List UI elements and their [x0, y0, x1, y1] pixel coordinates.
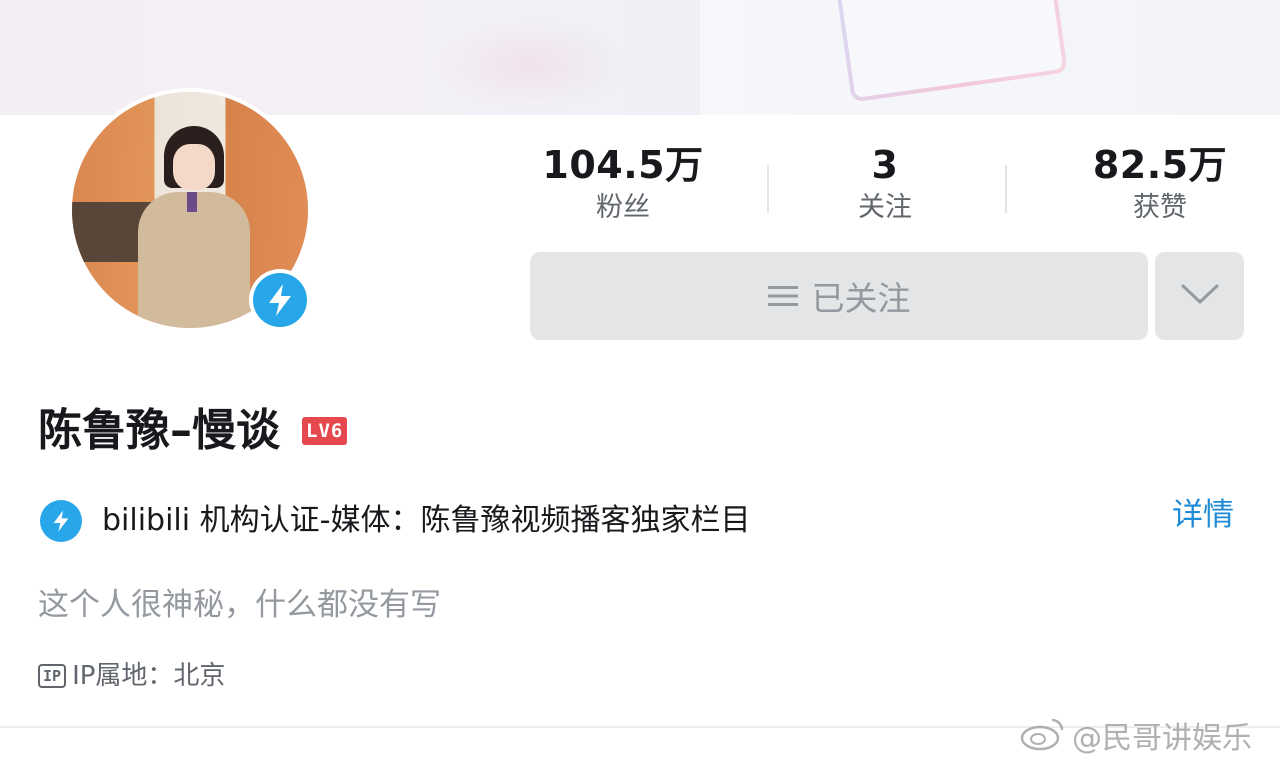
- likes-stat: 82.5万 获赞: [1060, 142, 1260, 228]
- bio-text: 这个人很神秘，什么都没有写: [38, 587, 441, 623]
- watermark: @民哥讲娱乐: [1018, 712, 1252, 765]
- chevron-down-icon: [1180, 282, 1220, 310]
- profile-name: 陈鲁豫–慢谈: [38, 405, 280, 456]
- followed-button[interactable]: 已关注: [530, 252, 1148, 340]
- stat-divider: [1005, 165, 1007, 213]
- following-label: 关注: [858, 192, 912, 223]
- menu-lines-icon: [767, 277, 798, 316]
- likes-count: 82.5万: [1092, 143, 1228, 187]
- ip-icon: IP: [38, 664, 67, 688]
- ip-location: IP IP属地：北京: [38, 655, 225, 697]
- ip-location-label: IP属地：北京: [72, 661, 226, 691]
- fans-stat[interactable]: 104.5万 粉丝: [530, 142, 716, 228]
- lightning-verify-icon: [40, 500, 82, 542]
- level-badge: LV6: [302, 417, 348, 445]
- certification-text: bilibili 机构认证-媒体：陈鲁豫视频播客独家栏目: [102, 503, 751, 538]
- profile-name-row: 陈鲁豫–慢谈 LV6: [38, 400, 348, 462]
- fans-label: 粉丝: [596, 192, 650, 223]
- lightning-verify-icon: [253, 273, 307, 327]
- following-stat[interactable]: 3 关注: [790, 142, 980, 228]
- more-options-button[interactable]: [1155, 252, 1244, 340]
- following-count: 3: [871, 143, 899, 187]
- fans-count: 104.5万: [542, 143, 704, 187]
- likes-label: 获赞: [1133, 192, 1187, 223]
- stat-divider: [767, 165, 769, 213]
- watermark-text: @民哥讲娱乐: [1072, 720, 1252, 756]
- weibo-logo-icon: [1018, 712, 1068, 765]
- followed-label: 已关注: [811, 279, 911, 318]
- verified-badge: [249, 269, 311, 331]
- certification-detail-link[interactable]: 详情: [1172, 490, 1234, 540]
